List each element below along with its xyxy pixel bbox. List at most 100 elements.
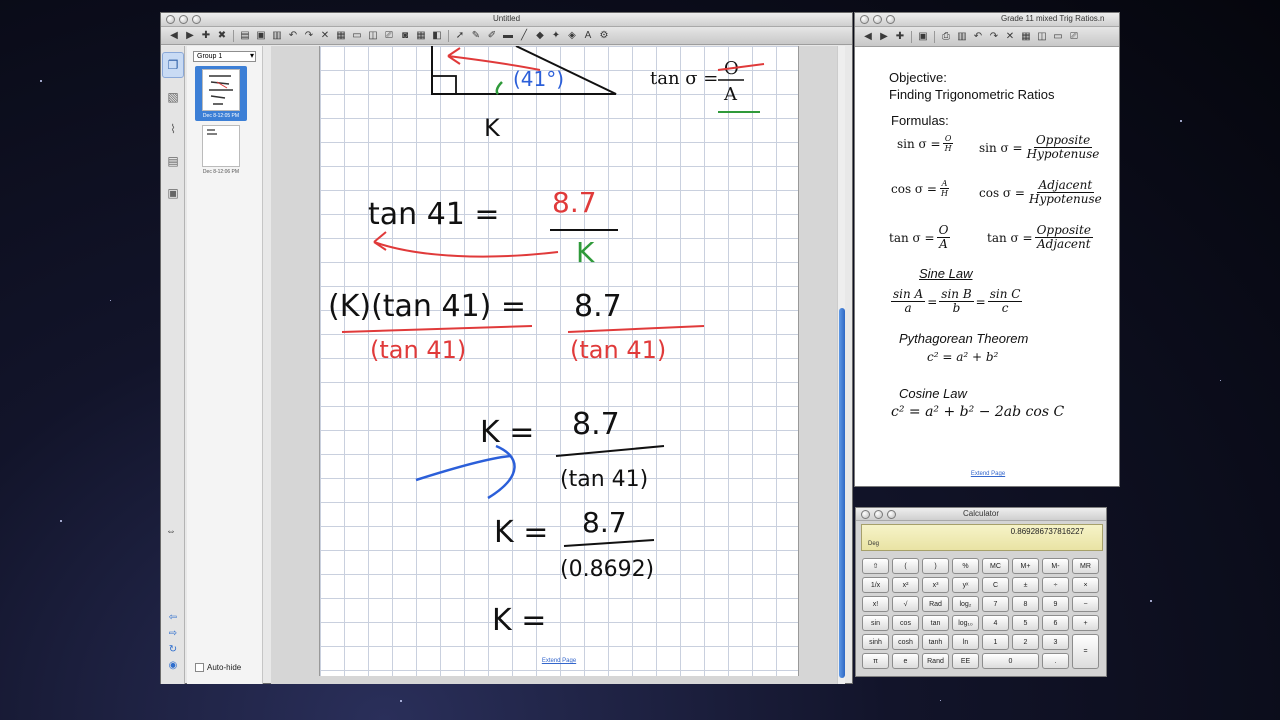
select-tool-icon[interactable]: ➚ <box>453 29 467 43</box>
tab-attachments[interactable]: ⌇ <box>162 116 184 142</box>
calculator-key[interactable]: 6 <box>1042 615 1069 631</box>
close-window-button[interactable] <box>860 15 869 24</box>
calculator-key[interactable]: . <box>1042 653 1069 669</box>
redo-icon[interactable]: ↷ <box>987 30 1001 44</box>
paste-icon[interactable]: ▥ <box>955 30 969 44</box>
extend-page-link[interactable]: Extend Page <box>855 471 1121 477</box>
calculator-key[interactable]: √ <box>892 596 919 612</box>
full-screen-icon[interactable]: ▭ <box>1051 30 1065 44</box>
screen-shade-icon[interactable]: ▦ <box>1019 30 1033 44</box>
calculator-key[interactable]: 3 <box>1042 634 1069 650</box>
delete-icon[interactable]: ✕ <box>1003 30 1017 44</box>
full-screen-icon[interactable]: ▭ <box>350 29 364 43</box>
checkbox-box[interactable] <box>195 663 204 672</box>
next-page-icon[interactable]: ▶ <box>183 29 197 43</box>
line-tool-icon[interactable]: ╱ <box>517 29 531 43</box>
calculator-key[interactable]: ⇧ <box>862 558 889 574</box>
zoom-window-button[interactable] <box>886 15 895 24</box>
calculator-key[interactable]: Rand <box>922 653 949 669</box>
properties-icon[interactable]: ⚙ <box>597 29 611 43</box>
calculator-key[interactable]: M+ <box>1012 558 1039 574</box>
calculator-key[interactable]: cos <box>892 615 919 631</box>
undo-icon[interactable]: ↶ <box>971 30 985 44</box>
magic-pen-icon[interactable]: ✦ <box>549 29 563 43</box>
calculator-key[interactable]: sin <box>862 615 889 631</box>
calculator-key[interactable]: × <box>1072 577 1099 593</box>
add-page-icon[interactable]: ✚ <box>893 30 907 44</box>
page-thumbnail-2[interactable]: Dec 8-12:06 PM <box>195 125 247 175</box>
calculator-key[interactable]: 7 <box>982 596 1009 612</box>
pen-tool-icon[interactable]: ✎ <box>469 29 483 43</box>
calculator-key[interactable]: 4 <box>982 615 1009 631</box>
notebook-page[interactable]: (41°) K tan σ = O A tan 41 = 8.7 K (K)(t… <box>319 46 799 676</box>
calculator-key[interactable]: 9 <box>1042 596 1069 612</box>
calculator-key[interactable]: M- <box>1042 558 1069 574</box>
auto-hide-checkbox[interactable]: Auto-hide <box>195 663 241 672</box>
extend-page-link[interactable]: Extend Page <box>320 658 798 664</box>
print-icon[interactable]: ⎙ <box>939 30 953 44</box>
table-icon[interactable]: ▦ <box>414 29 428 43</box>
calculator-key[interactable]: π <box>862 653 889 669</box>
calculator-key[interactable]: C <box>982 577 1009 593</box>
calculator-key[interactable]: − <box>1072 596 1099 612</box>
tab-addons[interactable]: ▣ <box>162 180 184 206</box>
calculator-key[interactable]: 2 <box>1012 634 1039 650</box>
calculator-key[interactable]: x³ <box>922 577 949 593</box>
calculator-key[interactable]: Rad <box>922 596 949 612</box>
delete-icon[interactable]: ✕ <box>318 29 332 43</box>
eraser-tool-icon[interactable]: ▬ <box>501 29 515 43</box>
calculator-key[interactable]: = <box>1072 634 1099 669</box>
fill-tool-icon[interactable]: ◈ <box>565 29 579 43</box>
next-page-icon[interactable]: ▶ <box>877 30 891 44</box>
calculator-key[interactable]: yˣ <box>952 577 979 593</box>
move-sidebar-right-icon[interactable]: ⇨ <box>161 628 185 644</box>
redo-icon[interactable]: ↷ <box>302 29 316 43</box>
calculator-key[interactable]: EE <box>952 653 979 669</box>
calculator-key[interactable]: tan <box>922 615 949 631</box>
scrollbar-thumb[interactable] <box>839 308 845 678</box>
minimize-window-button[interactable] <box>873 15 882 24</box>
calculator-key[interactable]: tanh <box>922 634 949 650</box>
calculator-key[interactable]: ± <box>1012 577 1039 593</box>
dual-page-icon[interactable]: ◫ <box>1035 30 1049 44</box>
calculator-key[interactable]: ) <box>922 558 949 574</box>
undo-icon[interactable]: ↶ <box>286 29 300 43</box>
paste-icon[interactable]: ▥ <box>270 29 284 43</box>
previous-page-icon[interactable]: ◀ <box>861 30 875 44</box>
resize-sidebar-icon[interactable]: ⇔ <box>166 526 176 537</box>
calculator-key[interactable]: e <box>892 653 919 669</box>
calculator-key[interactable]: log₂ <box>952 596 979 612</box>
calculator-key[interactable]: cosh <box>892 634 919 650</box>
calculator-titlebar[interactable]: Calculator <box>856 508 1106 521</box>
document-camera-icon[interactable]: ◙ <box>398 29 412 43</box>
open-file-icon[interactable]: ▤ <box>238 29 252 43</box>
calculator-key[interactable]: ÷ <box>1042 577 1069 593</box>
page-thumbnail-1[interactable]: Dec 8-12:05 PM <box>195 66 247 121</box>
tab-gallery[interactable]: ▧ <box>162 84 184 110</box>
creative-pen-icon[interactable]: ✐ <box>485 29 499 43</box>
text-tool-icon[interactable]: A <box>581 29 595 43</box>
save-file-icon[interactable]: ▣ <box>916 30 930 44</box>
record-icon[interactable]: ◉ <box>161 660 185 676</box>
add-page-icon[interactable]: ✚ <box>199 29 213 43</box>
group-select[interactable]: Group 1 <box>193 51 256 62</box>
calculator-key[interactable]: 1/x <box>862 577 889 593</box>
delete-page-icon[interactable]: ✖ <box>215 29 229 43</box>
screen-capture-icon[interactable]: ⎚ <box>382 29 396 43</box>
vertical-scrollbar[interactable] <box>837 46 845 684</box>
tab-properties[interactable]: ▤ <box>162 148 184 174</box>
previous-page-icon[interactable]: ◀ <box>167 29 181 43</box>
move-sidebar-left-icon[interactable]: ⇦ <box>161 612 185 628</box>
refresh-icon[interactable]: ↻ <box>161 644 185 660</box>
calculator-key[interactable]: 5 <box>1012 615 1039 631</box>
measurement-tools-icon[interactable]: ◧ <box>430 29 444 43</box>
calculator-key[interactable]: ( <box>892 558 919 574</box>
calculator-key[interactable]: 8 <box>1012 596 1039 612</box>
calculator-key[interactable]: 1 <box>982 634 1009 650</box>
calculator-key[interactable]: ln <box>952 634 979 650</box>
calculator-key[interactable]: % <box>952 558 979 574</box>
calculator-key[interactable]: MR <box>1072 558 1099 574</box>
save-file-icon[interactable]: ▣ <box>254 29 268 43</box>
calculator-key[interactable]: x² <box>892 577 919 593</box>
shapes-tool-icon[interactable]: ◆ <box>533 29 547 43</box>
